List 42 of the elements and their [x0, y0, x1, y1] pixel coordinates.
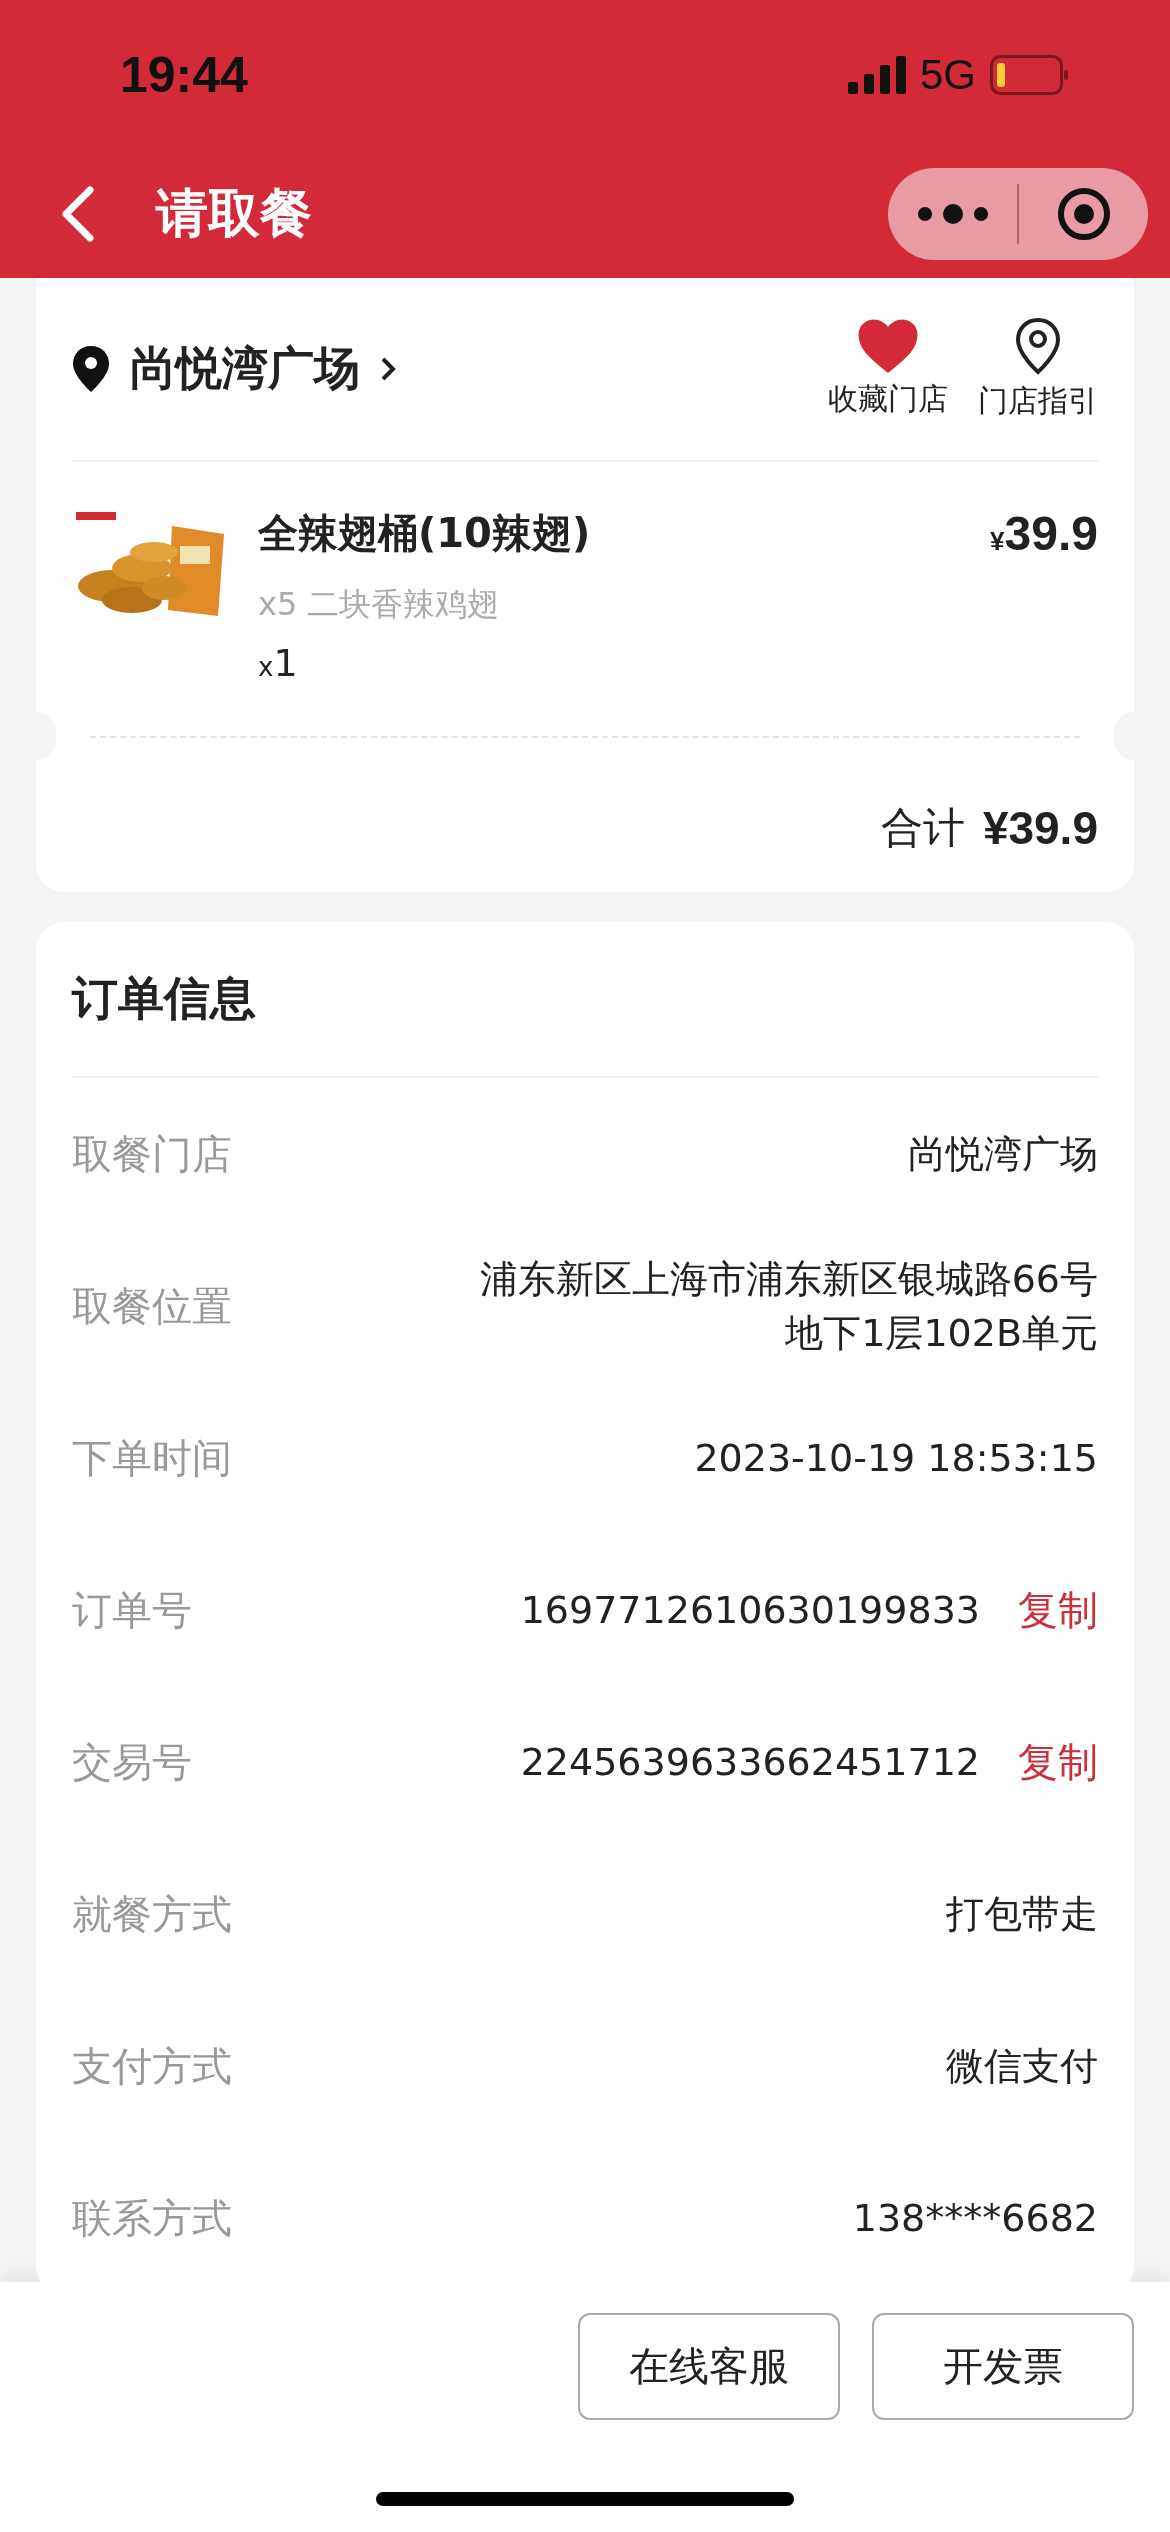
product-detail: x5 二块香辣鸡翅: [258, 584, 501, 625]
info-label: 下单时间: [72, 1433, 233, 1483]
info-value: 地下1层102B单元: [785, 1310, 1098, 1357]
favorite-store-button[interactable]: 收藏门店: [828, 318, 948, 420]
status-time: 19:44: [120, 46, 248, 104]
store-link[interactable]: 尚悦湾广场: [72, 338, 798, 400]
location-pin-icon: [72, 345, 110, 393]
info-label: 交易号: [72, 1737, 193, 1787]
info-label: 支付方式: [72, 2041, 233, 2091]
info-label: 就餐方式: [72, 1889, 233, 1939]
store-guide-button[interactable]: 门店指引: [978, 316, 1098, 422]
signal-icon: [847, 56, 906, 94]
info-value: 2023-10-19 18:53:15: [694, 1435, 1098, 1482]
info-value: 打包带走: [946, 1891, 1098, 1938]
battery-icon: [990, 55, 1070, 95]
copy-link[interactable]: 复制: [1018, 1582, 1098, 1638]
info-label: 取餐位置: [72, 1281, 233, 1331]
product-name: 全辣翅桶(10辣翅): [258, 509, 592, 558]
more-icon: [916, 204, 989, 224]
back-icon[interactable]: [60, 186, 94, 242]
page-title: 请取餐: [156, 182, 313, 245]
total-amount: ¥39.9: [982, 801, 1098, 855]
location-pin-icon: [1014, 316, 1062, 375]
network-type: 5G: [919, 51, 976, 99]
info-label: 取餐门店: [72, 1129, 233, 1179]
info-value: 浦东新区上海市浦东新区银城路66号: [479, 1256, 1098, 1303]
action-button[interactable]: 在线客服: [578, 2313, 840, 2420]
info-label: 联系方式: [72, 2193, 233, 2243]
info-value: 138****6682: [852, 2195, 1098, 2242]
info-value: 2245639633662451712: [520, 1739, 980, 1786]
info-label: 订单号: [72, 1585, 193, 1635]
chevron-right-icon: [380, 355, 396, 383]
total-label: 合计: [880, 802, 965, 854]
quantity: x1: [258, 641, 299, 685]
product-price: ¥39.9: [990, 506, 1098, 562]
copy-link[interactable]: 复制: [1018, 1734, 1098, 1790]
target-icon: [1056, 187, 1111, 241]
info-value: 尚悦湾广场: [908, 1131, 1098, 1178]
action-button[interactable]: 开发票: [872, 2313, 1134, 2420]
info-value: 1697712610630199833: [520, 1587, 980, 1634]
info-value: 微信支付: [946, 2043, 1098, 2090]
section-title: 订单信息: [72, 922, 1098, 1078]
